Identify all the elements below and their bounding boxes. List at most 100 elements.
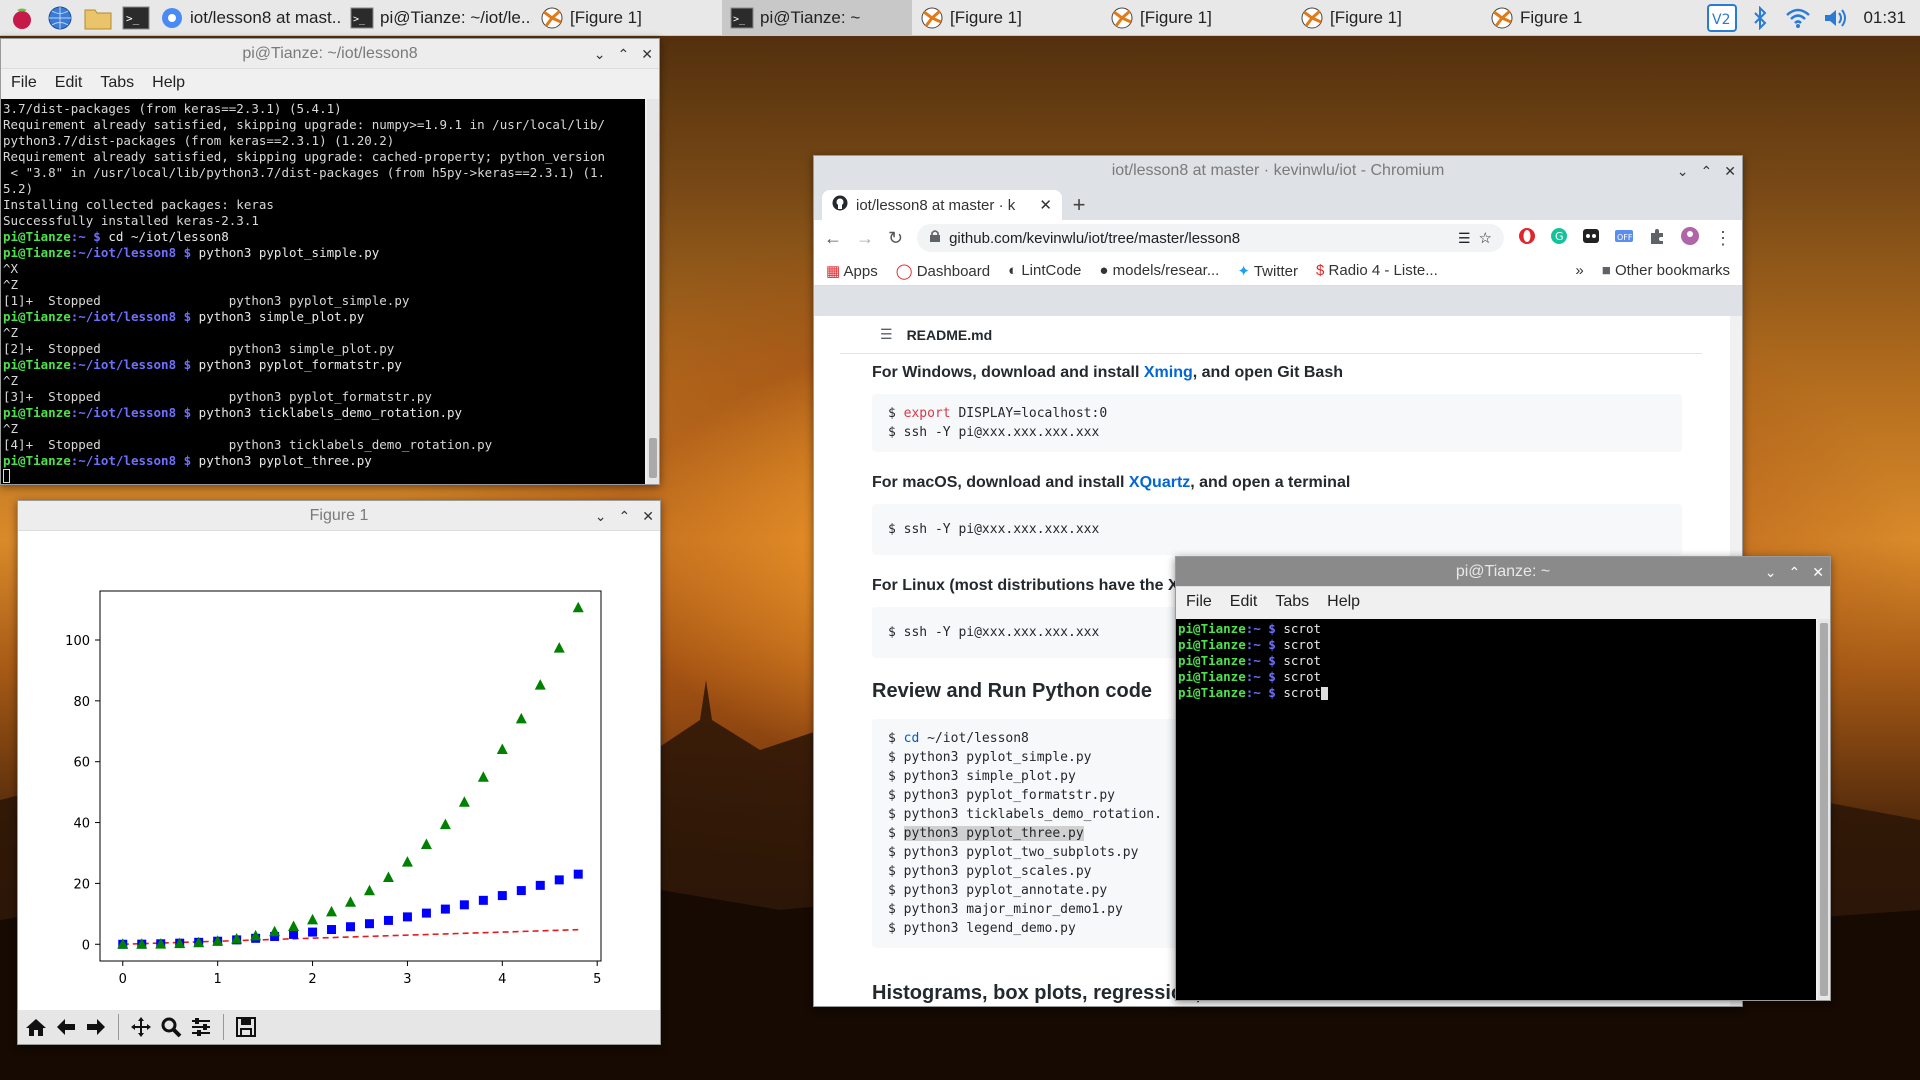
close-icon[interactable]: ✕ (1812, 564, 1824, 581)
bookmark-apps[interactable]: ▦ Apps (826, 262, 878, 280)
grammarly-extension-icon[interactable]: G (1550, 227, 1568, 250)
off-extension-icon[interactable]: OFF (1614, 227, 1634, 250)
home-icon[interactable] (22, 1013, 50, 1041)
terminal-line: Installing collected packages: keras (3, 197, 274, 212)
maximize-icon[interactable]: ⌃ (619, 508, 631, 525)
forward-icon[interactable] (82, 1013, 110, 1041)
task-figure-4[interactable]: [Figure 1] (1292, 0, 1482, 36)
back-icon[interactable]: ← (824, 228, 842, 249)
scrollbar[interactable] (1818, 619, 1830, 1000)
bookmark-other[interactable]: ■ Other bookmarks (1602, 262, 1730, 279)
pan-icon[interactable] (127, 1013, 155, 1041)
series-marker-square (346, 922, 355, 932)
window-titlebar[interactable]: pi@Tianze: ~ ⌄ ⌃ ✕ (1176, 557, 1830, 587)
menu-tabs[interactable]: Tabs (100, 74, 134, 92)
address-bar[interactable]: github.com/kevinwlu/iot/tree/master/less… (917, 224, 1504, 252)
scrollbar[interactable] (647, 99, 659, 484)
bookmark-label: Other bookmarks (1614, 262, 1730, 279)
menu-edit[interactable]: Edit (1230, 593, 1258, 611)
terminal-line: Successfully installed keras-2.3.1 (3, 213, 259, 228)
extension-icon[interactable] (1582, 227, 1600, 250)
bookmark-star-icon[interactable]: ☆ (1479, 229, 1492, 247)
bookmark-models[interactable]: ● models/resear... (1099, 262, 1219, 279)
minimize-icon[interactable]: ⌄ (594, 46, 606, 63)
configure-subplots-icon[interactable] (187, 1013, 215, 1041)
close-icon[interactable]: ✕ (642, 508, 654, 525)
back-icon[interactable] (52, 1013, 80, 1041)
forward-icon[interactable]: → (856, 228, 874, 249)
menu-file[interactable]: File (1186, 593, 1212, 611)
terminal-launcher-icon[interactable]: >_ (120, 2, 152, 34)
bookmark-twitter[interactable]: ✦ Twitter (1237, 262, 1298, 280)
list-icon[interactable]: ☰ (880, 326, 893, 343)
window-titlebar[interactable]: Figure 1 ⌄ ⌃ ✕ (18, 501, 660, 531)
code-selection[interactable]: python3 pyplot_three.py (903, 826, 1084, 841)
bookmark-lintcode[interactable]: ◐ LintCode (1008, 262, 1081, 279)
bookmark-label: Dashboard (916, 262, 991, 280)
bookmark-radio4[interactable]: $ Radio 4 - Liste... (1316, 262, 1438, 279)
terminal-prompt-line: pi@Tianze:~/iot/lesson8 $ python3 pyplot… (3, 357, 402, 372)
bookmarks-overflow[interactable]: » (1575, 262, 1583, 279)
code-line: $ python3 ticklabels_demo_rotation. (888, 807, 1162, 822)
terminal-line: [1]+ Stopped python3 pyplot_simple.py (3, 293, 410, 308)
terminal-line: python3.7/dist-packages (from keras==2.3… (3, 133, 395, 148)
code-text: $ (888, 826, 904, 841)
volume-icon[interactable] (1817, 0, 1855, 36)
window-titlebar[interactable]: pi@Tianze: ~/iot/lesson8 ⌄ ⌃ ✕ (1, 39, 659, 69)
task-figure-1[interactable]: [Figure 1] (532, 0, 722, 36)
terminal-output[interactable]: 3.7/dist-packages (from keras==2.3.1) (5… (1, 99, 645, 484)
menu-tabs[interactable]: Tabs (1275, 593, 1309, 611)
vnc-icon[interactable]: V2 (1703, 0, 1741, 36)
profile-avatar[interactable] (1680, 226, 1700, 251)
minimize-icon[interactable]: ⌄ (1677, 163, 1689, 180)
close-icon[interactable]: ✕ (641, 46, 653, 63)
terminal-prompt-line: pi@Tianze:~ $ scrot (1178, 685, 1814, 701)
matplotlib-icon (918, 4, 946, 32)
translate-icon[interactable]: ☰ (1458, 230, 1471, 247)
bookmark-dashboard[interactable]: ◯ Dashboard (896, 262, 990, 280)
raspberry-menu-icon[interactable] (6, 2, 38, 34)
new-tab-button[interactable]: + (1062, 190, 1096, 220)
link-xquartz[interactable]: XQuartz (1129, 474, 1190, 491)
task-terminal-lesson8[interactable]: >_ pi@Tianze: ~/iot/le... (342, 0, 532, 36)
task-chromium[interactable]: iot/lesson8 at mast... (152, 0, 342, 36)
file-manager-icon[interactable] (82, 2, 114, 34)
close-icon[interactable]: ✕ (1724, 163, 1736, 180)
figure-canvas[interactable]: 0 1 2 3 4 5 0 20 40 60 80 100 (18, 531, 660, 1010)
maximize-icon[interactable]: ⌃ (1789, 564, 1801, 581)
tab-close-icon[interactable]: ✕ (1039, 196, 1052, 214)
kebab-menu-icon[interactable]: ⋮ (1714, 228, 1732, 249)
opera-extension-icon[interactable] (1518, 227, 1536, 250)
wifi-icon[interactable] (1779, 0, 1817, 36)
code-line: $ python3 major_minor_demo1.py (888, 902, 1123, 917)
tab-github-lesson8[interactable]: iot/lesson8 at master · k ✕ (822, 190, 1062, 220)
lock-icon (929, 229, 941, 247)
extensions-puzzle-icon[interactable] (1648, 227, 1666, 250)
series-marker-square (535, 880, 545, 890)
heading-text: , and open Git Bash (1192, 364, 1343, 381)
series-marker-square (327, 925, 337, 935)
maximize-icon[interactable]: ⌃ (1701, 163, 1713, 180)
svg-text:>_: >_ (353, 14, 366, 25)
web-browser-icon[interactable] (44, 2, 76, 34)
minimize-icon[interactable]: ⌄ (595, 508, 607, 525)
task-figure-2[interactable]: [Figure 1] (912, 0, 1102, 36)
task-terminal-home[interactable]: >_ pi@Tianze: ~ (722, 0, 912, 36)
heading-text: , and open a terminal (1190, 474, 1351, 491)
window-titlebar[interactable]: iot/lesson8 at master · kevinwlu/iot - C… (814, 156, 1742, 186)
task-figure-3[interactable]: [Figure 1] (1102, 0, 1292, 36)
menu-file[interactable]: File (11, 74, 37, 92)
terminal-menubar: File Edit Tabs Help (1, 69, 659, 97)
minimize-icon[interactable]: ⌄ (1765, 564, 1777, 581)
reload-icon[interactable]: ↻ (888, 228, 903, 249)
bluetooth-icon[interactable] (1741, 0, 1779, 36)
terminal-output[interactable]: pi@Tianze:~ $ scrot pi@Tianze:~ $ scrot pi… (1176, 619, 1816, 1000)
link-xming[interactable]: Xming (1144, 364, 1193, 381)
task-figure-5[interactable]: Figure 1 (1482, 0, 1672, 36)
menu-edit[interactable]: Edit (55, 74, 83, 92)
save-icon[interactable] (232, 1013, 260, 1041)
maximize-icon[interactable]: ⌃ (618, 46, 630, 63)
menu-help[interactable]: Help (1327, 593, 1360, 611)
menu-help[interactable]: Help (152, 74, 185, 92)
zoom-icon[interactable] (157, 1013, 185, 1041)
